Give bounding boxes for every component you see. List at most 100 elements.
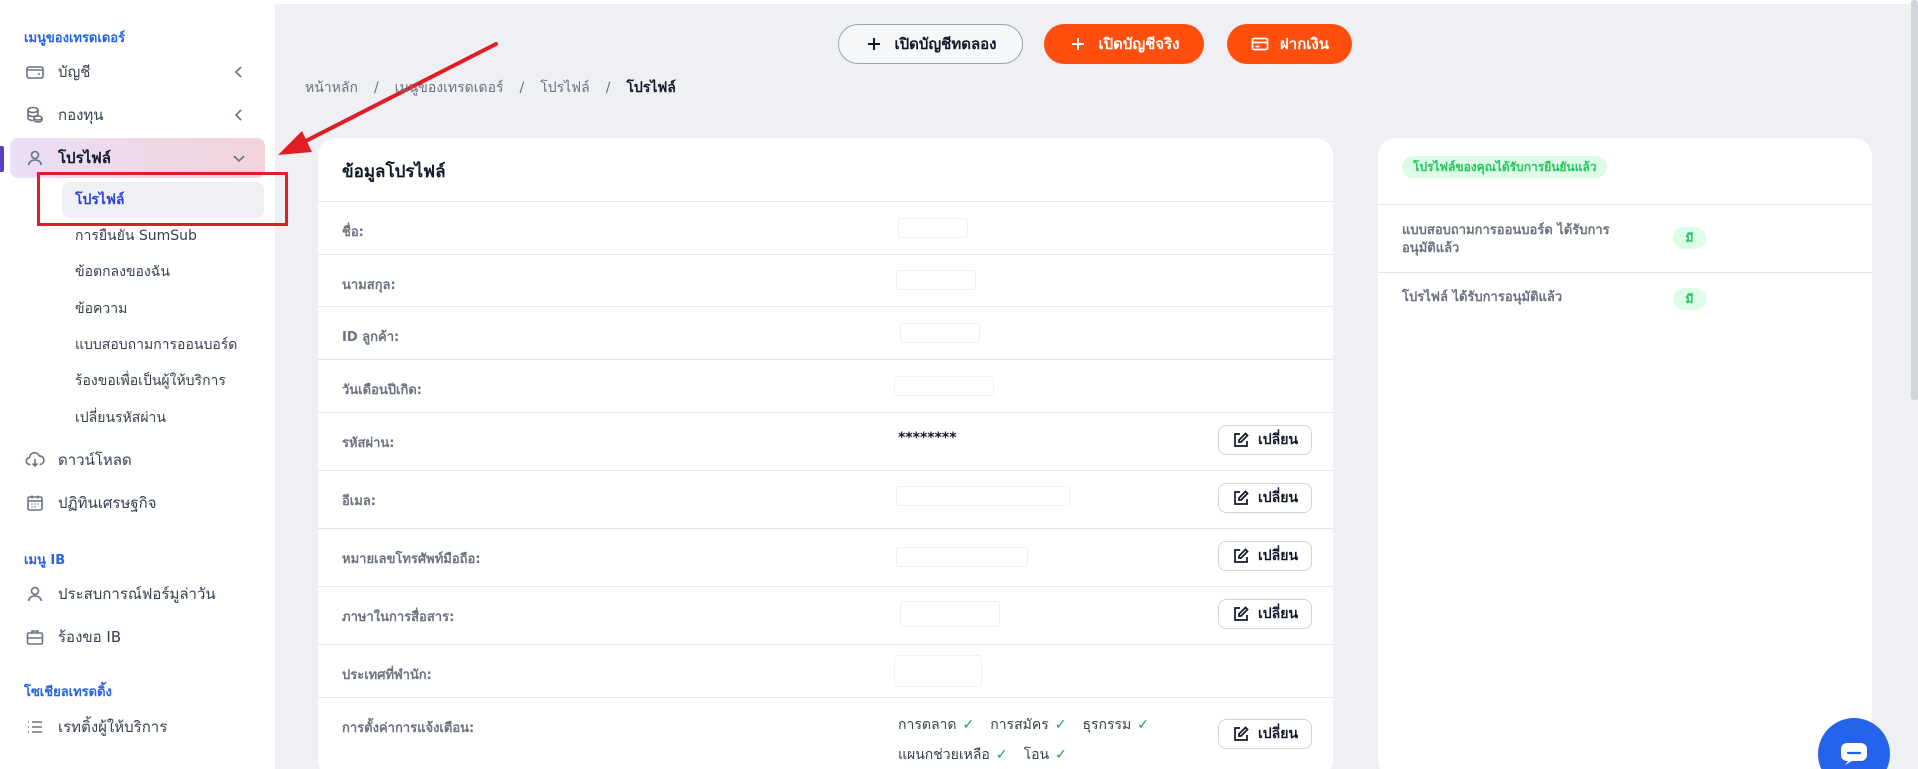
real-button-label: เปิดบัญชีจริง xyxy=(1098,35,1180,53)
edit-label: เปลี่ยน xyxy=(1257,432,1299,448)
redacted-value xyxy=(896,270,976,290)
row-label: อีเมล: xyxy=(342,494,376,509)
user-icon xyxy=(24,583,46,605)
breadcrumb-separator: / xyxy=(605,80,611,96)
row-language: ภาษาในการสื่อสาร: เปลี่ยน xyxy=(318,586,1333,644)
sidebar-item-profile[interactable]: โปรไฟล์ xyxy=(10,138,265,178)
open-real-account-button[interactable]: เปิดบัญชีจริง xyxy=(1044,24,1204,64)
row-first-name: ชื่อ: xyxy=(318,201,1333,254)
sidebar-item-calendar[interactable]: ปฏิทินเศรษฐกิจ xyxy=(10,483,265,523)
row-label: การตั้งค่าการแจ้งเตือน: xyxy=(342,721,475,736)
breadcrumb: หน้าหลัก / เมนูของเทรดเดอร์ / โปรไฟล์ / … xyxy=(305,78,692,98)
edit-notifications-button[interactable]: เปลี่ยน xyxy=(1218,719,1312,749)
sidebar-subitem-messages[interactable]: ข้อความ xyxy=(62,291,264,327)
verification-label: โปรไฟล์ ได้รับการอนุมัติแล้ว xyxy=(1402,290,1563,305)
sidebar-item-ib-request[interactable]: ร้องขอ IB xyxy=(10,617,265,657)
sidebar-item-label: ประสบการณ์ฟอร์มูล่าวัน xyxy=(58,585,216,603)
wallet-icon xyxy=(24,61,46,83)
sidebar-section-trader: เมนูของเทรดเดอร์ xyxy=(24,31,126,46)
sidebar-item-accounts[interactable]: บัญชี xyxy=(10,52,265,92)
breadcrumb-menu[interactable]: เมนูของเทรดเดอร์ xyxy=(395,77,504,99)
edit-email-button[interactable]: เปลี่ยน xyxy=(1218,483,1312,513)
sidebar-item-provider-ratings[interactable]: เรทติ้งผู้ให้บริการ xyxy=(10,707,265,747)
edit-label: เปลี่ยน xyxy=(1257,548,1299,564)
page-scrollbar[interactable] xyxy=(1911,0,1918,400)
sidebar-item-formula-one[interactable]: ประสบการณ์ฟอร์มูล่าวัน xyxy=(10,574,265,614)
verification-row-profile: โปรไฟล์ ได้รับการอนุมัติแล้ว มี xyxy=(1378,272,1872,324)
password-value: ******** xyxy=(898,430,957,446)
row-label: นามสกุล: xyxy=(342,278,396,293)
breadcrumb-profile[interactable]: โปรไฟล์ xyxy=(540,77,589,99)
edit-icon xyxy=(1232,431,1250,449)
sidebar-item-funds[interactable]: กองทุน xyxy=(10,95,265,135)
deposit-button-label: ฝากเงิน xyxy=(1280,35,1329,53)
sidebar-subitem-sumsub[interactable]: การยืนยัน SumSub xyxy=(62,218,264,254)
check-icon: ✓ xyxy=(1054,717,1067,733)
list-icon xyxy=(24,716,46,738)
row-label: วันเดือนปีเกิด: xyxy=(342,383,422,398)
row-mobile: หมายเลขโทรศัพท์มือถือ: เปลี่ยน xyxy=(318,528,1333,586)
sidebar-item-label: บัญชี xyxy=(58,63,91,81)
row-label: ประเทศที่พำนัก: xyxy=(342,668,432,683)
chevron-down-icon xyxy=(231,150,247,166)
row-email: อีเมล: เปลี่ยน xyxy=(318,470,1333,528)
row-label: รหัสผ่าน: xyxy=(342,436,395,451)
check-icon: ✓ xyxy=(1055,747,1067,763)
status-badge: มี xyxy=(1673,227,1706,249)
demo-button-label: เปิดบัญชีทดลอง xyxy=(894,35,997,53)
edit-icon xyxy=(1232,489,1250,507)
verified-badge: โปรไฟล์ของคุณได้รับการยืนยันแล้ว xyxy=(1402,156,1608,178)
notification-transfer: โอน ✓ xyxy=(1023,747,1067,763)
edit-icon xyxy=(1232,547,1250,565)
row-country: ประเทศที่พำนัก: xyxy=(318,644,1333,697)
verification-label: แบบสอบถามการออนบอร์ด ได้รับการอนุมัติแล้… xyxy=(1402,223,1610,256)
redacted-value xyxy=(896,547,1028,567)
row-label: ชื่อ: xyxy=(342,225,364,240)
redacted-value xyxy=(900,323,980,343)
profile-info-card: ข้อมูลโปรไฟล์ ชื่อ: นามสกุล: ID ลูกค้า: … xyxy=(318,138,1333,769)
sidebar-item-label: กองทุน xyxy=(58,106,104,124)
sidebar-subitem-profile[interactable]: โปรไฟล์ xyxy=(62,182,264,218)
sidebar-item-label: โปรไฟล์ xyxy=(58,149,111,167)
sidebar-subitem-change-password[interactable]: เปลี่ยนรหัสผ่าน xyxy=(62,400,264,436)
sidebar-item-downloads[interactable]: ดาวน์โหลด xyxy=(10,440,265,480)
redacted-value xyxy=(894,376,994,396)
sidebar-subitem-agreements[interactable]: ข้อตกลงของฉัน xyxy=(62,254,264,290)
briefcase-icon xyxy=(24,626,46,648)
status-badge: มี xyxy=(1673,288,1706,310)
calendar-icon xyxy=(24,492,46,514)
redacted-value xyxy=(900,601,1000,627)
cloud-download-icon xyxy=(24,449,46,471)
notification-settings: การตลาด ✓ การสมัคร ✓ ธุรกรรม ✓ แผนกช่วยเหลื… xyxy=(898,714,1165,769)
sidebar-section-ib: เมนู IB xyxy=(24,553,66,568)
edit-mobile-button[interactable]: เปลี่ยน xyxy=(1218,541,1312,571)
edit-language-button[interactable]: เปลี่ยน xyxy=(1218,599,1312,629)
open-demo-account-button[interactable]: เปิดบัญชีทดลอง xyxy=(838,24,1023,64)
top-strip xyxy=(275,0,1918,4)
sidebar-subitem-provider-request[interactable]: ร้องขอเพื่อเป็นผู้ให้บริการ xyxy=(62,363,264,399)
redacted-value xyxy=(894,655,982,687)
edit-password-button[interactable]: เปลี่ยน xyxy=(1218,425,1312,455)
row-notifications: การตั้งค่าการแจ้งเตือน: การตลาด ✓ การสมัค… xyxy=(318,697,1333,769)
row-last-name: นามสกุล: xyxy=(318,254,1333,306)
verification-row-onboarding: แบบสอบถามการออนบอร์ด ได้รับการอนุมัติแล้… xyxy=(1378,204,1872,272)
profile-info-title: ข้อมูลโปรไฟล์ xyxy=(342,162,446,182)
edit-icon xyxy=(1232,605,1250,623)
breadcrumb-separator: / xyxy=(519,80,525,96)
sidebar-item-label: ร้องขอ IB xyxy=(58,628,122,646)
row-birthdate: วันเดือนปีเกิด: xyxy=(318,359,1333,412)
sidebar-subitem-onboarding[interactable]: แบบสอบถามการออนบอร์ด xyxy=(62,327,264,363)
verification-card: โปรไฟล์ของคุณได้รับการยืนยันแล้ว แบบสอบถ… xyxy=(1378,138,1872,769)
chevron-left-icon xyxy=(231,64,247,80)
deposit-button[interactable]: ฝากเงิน xyxy=(1227,24,1352,64)
sidebar: เมนูของเทรดเดอร์ บัญชี กองทุน โปรไฟล์ โป… xyxy=(0,0,275,769)
coins-icon xyxy=(24,104,46,126)
check-icon: ✓ xyxy=(995,747,1008,763)
user-icon xyxy=(24,147,46,169)
sidebar-item-label: ดาวน์โหลด xyxy=(58,451,132,469)
notification-marketing: การตลาด ✓ xyxy=(898,717,975,733)
breadcrumb-home[interactable]: หน้าหลัก xyxy=(305,77,358,99)
sidebar-section-social: โซเชียลเทรดดิ้ง xyxy=(24,685,112,700)
breadcrumb-current: โปรไฟล์ xyxy=(626,80,676,96)
chevron-left-icon xyxy=(231,107,247,123)
